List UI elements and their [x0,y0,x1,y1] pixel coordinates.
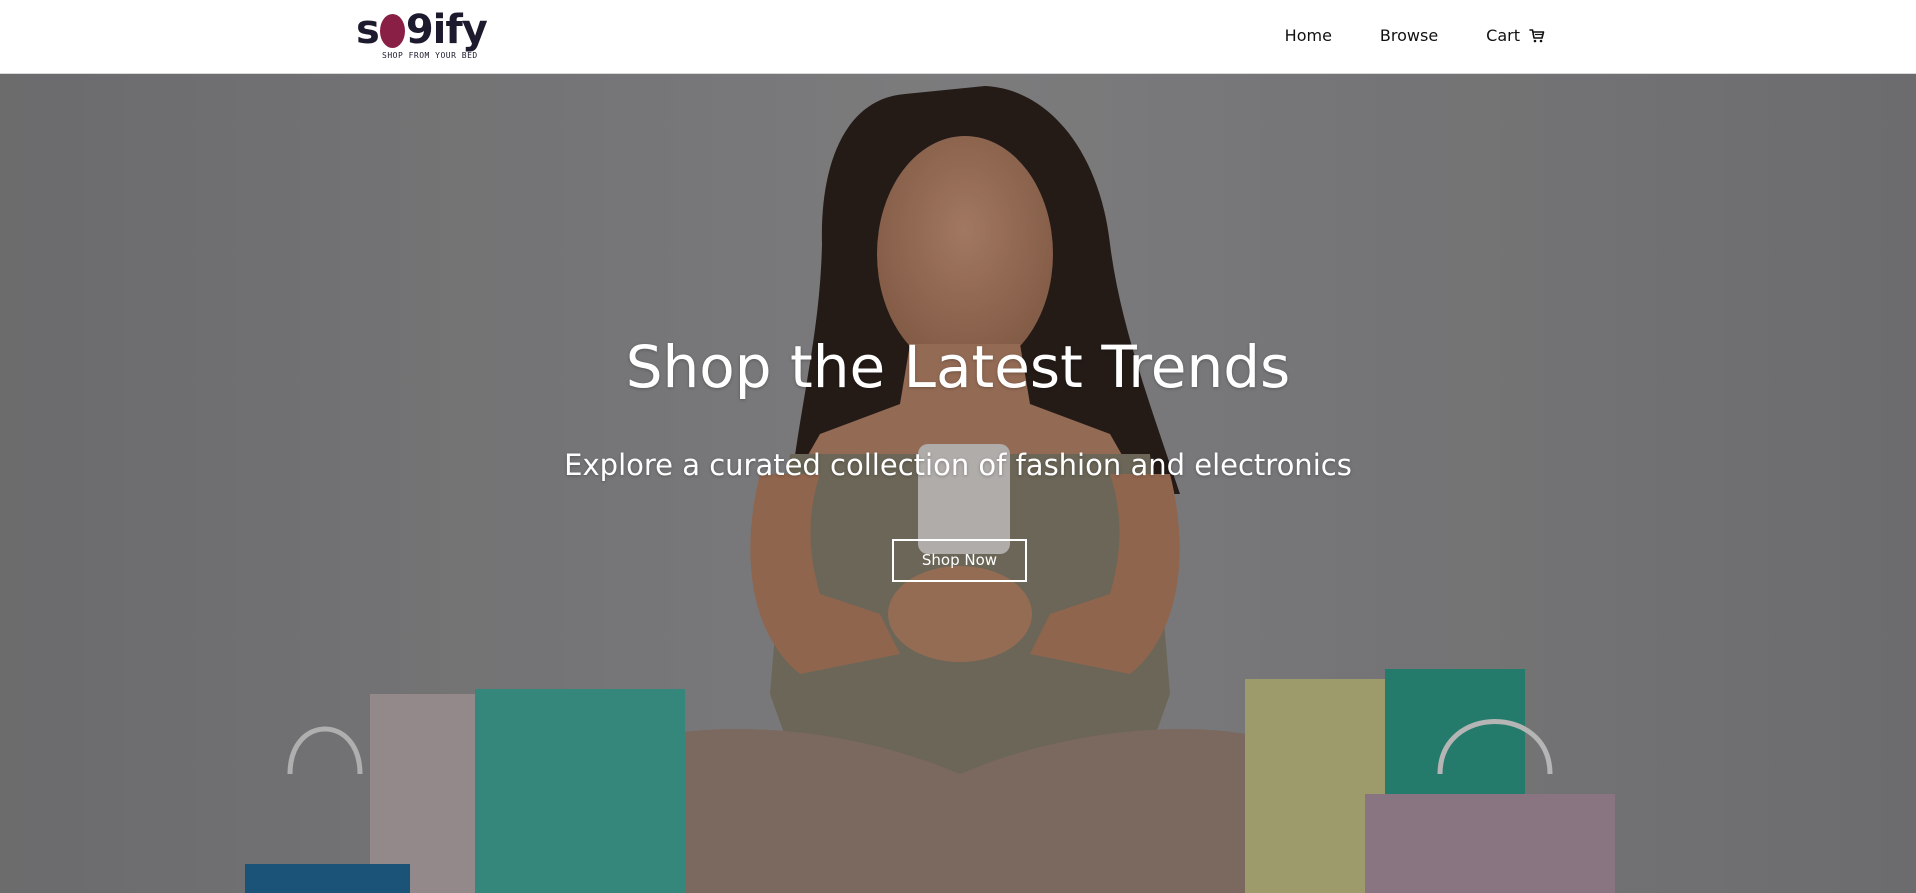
logo-text-right: 9ify [405,7,488,53]
nav-cart-link[interactable]: Cart [1486,26,1545,45]
logo-text-left: s [356,7,380,53]
shop-now-button[interactable]: Shop Now [892,539,1027,582]
hero-title: Shop the Latest Trends [625,333,1291,401]
logo-circle-mark [379,14,405,48]
nav-home-link[interactable]: Home [1285,26,1332,45]
nav-browse-link[interactable]: Browse [1380,26,1438,45]
logo-tagline: SHOP FROM YOUR BED [382,51,478,60]
top-navbar: s 9ify SHOP FROM YOUR BED Home Browse Car… [0,0,1916,74]
shopping-cart-icon [1529,28,1545,42]
nav-cart-label: Cart [1486,26,1520,45]
brand-logo[interactable]: s 9ify SHOP FROM YOUR BED [356,8,512,64]
hero-section: Shop the Latest Trends Explore a curated… [0,74,1916,893]
main-nav: Home Browse Cart [1285,26,1545,45]
hero-subtitle: Explore a curated collection of fashion … [564,448,1352,482]
nav-home-label: Home [1284,26,1332,45]
nav-browse-label: Browse [1379,26,1439,45]
logo-wordmark: s 9ify [356,7,488,53]
